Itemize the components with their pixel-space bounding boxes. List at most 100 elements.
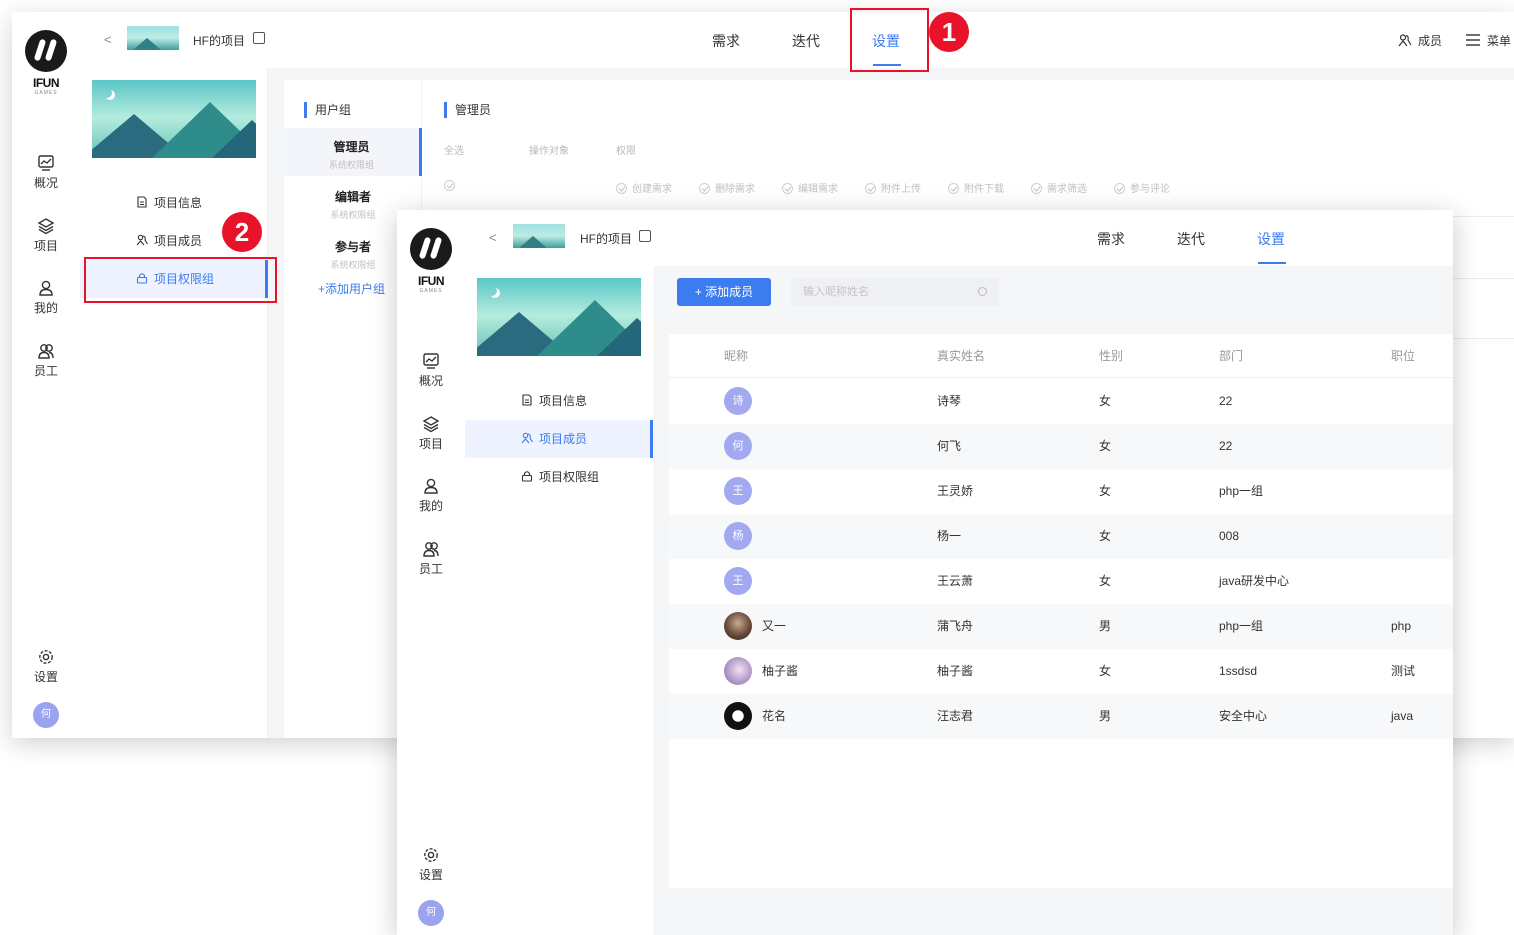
cell-real-name: 汪志君 — [937, 709, 974, 723]
side-item-project-info[interactable]: 项目信息 — [465, 382, 653, 420]
document-icon — [137, 196, 147, 208]
top-bar: < HF的项目 需求 迭代 设置 成员 菜单 — [80, 12, 1514, 68]
ifun-logo[interactable] — [25, 30, 67, 72]
select-all-checkbox[interactable] — [444, 180, 460, 192]
cell-position: php — [1391, 619, 1412, 633]
col-real-name: 真实姓名 — [937, 349, 986, 363]
cell-real-name: 王灵娇 — [937, 484, 974, 498]
rail-label: 设置 — [418, 868, 443, 882]
cell-position: java — [1391, 709, 1414, 723]
cell-department: 22 — [1219, 394, 1233, 408]
rail-item-overview[interactable]: 概况 — [12, 154, 80, 191]
cell-gender: 女 — [1099, 484, 1112, 498]
edit-icon[interactable] — [639, 230, 651, 242]
rail-label: 概况 — [33, 176, 58, 190]
member-search-input[interactable]: 输入昵称姓名 — [791, 278, 999, 306]
cell-department: php一组 — [1219, 484, 1264, 498]
tab-requirements[interactable]: 需求 — [712, 31, 740, 51]
cell-real-name: 杨一 — [937, 529, 962, 543]
document-icon — [522, 394, 532, 406]
menu-link[interactable]: 菜单 — [1466, 32, 1511, 49]
gear-icon — [424, 848, 438, 862]
col-gender: 性别 — [1099, 349, 1124, 363]
project-thumbnail — [513, 224, 565, 248]
tab-iterations[interactable]: 迭代 — [1177, 229, 1205, 249]
logo-subtext: GAMES — [34, 90, 58, 96]
logo-subtext: GAMES — [419, 288, 443, 294]
table-row[interactable]: 诗 诗琴 女 22 — [669, 379, 1453, 424]
side-item-permission-groups[interactable]: 项目权限组 — [465, 458, 653, 496]
cell-department: 安全中心 — [1219, 709, 1268, 723]
project-thumbnail — [127, 26, 179, 50]
member-table: 昵称 真实姓名 性别 部门 职位 诗 诗琴 女 22 何 何飞 女 22 王 王… — [669, 334, 1453, 888]
rail-item-project[interactable]: 项目 — [12, 217, 80, 254]
members-icon — [521, 432, 533, 444]
tab-active-indicator — [1258, 262, 1286, 264]
cell-real-name: 柚子酱 — [937, 664, 974, 678]
perm-checkbox[interactable]: 创建需求 — [616, 180, 672, 195]
table-row[interactable]: 何 何飞 女 22 — [669, 424, 1453, 469]
user-avatar[interactable]: 何 — [33, 702, 59, 728]
back-button[interactable]: < — [104, 32, 112, 47]
avatar: 王 — [724, 567, 752, 595]
rail-item-project[interactable]: 项目 — [397, 415, 465, 452]
tab-requirements[interactable]: 需求 — [1097, 229, 1125, 249]
table-row[interactable]: 王 王灵娇 女 php一组 — [669, 469, 1453, 514]
side-item-project-members[interactable]: 项目成员 — [465, 420, 653, 458]
project-name: HF的项目 — [193, 34, 245, 48]
perm-col-permission: 权限 — [616, 146, 636, 157]
perm-checkbox[interactable]: 需求筛选 — [1031, 180, 1087, 195]
edit-icon[interactable] — [253, 32, 265, 44]
user-group-item-admin[interactable]: 管理员 系统权限组 — [284, 128, 422, 176]
cell-position: 测试 — [1391, 664, 1416, 678]
add-user-group-link[interactable]: +添加用户组 — [318, 280, 385, 297]
rail-item-mine[interactable]: 我的 — [12, 279, 80, 316]
perm-checkbox[interactable]: 编辑需求 — [782, 180, 838, 195]
perm-checkbox[interactable]: 删除需求 — [699, 180, 755, 195]
table-row[interactable]: 又一 蒲飞舟 男 php一组 php — [669, 604, 1453, 649]
members-icon — [1398, 34, 1412, 47]
rail-item-staff[interactable]: 员工 — [397, 540, 465, 577]
table-header: 昵称 真实姓名 性别 部门 职位 — [669, 334, 1453, 378]
layers-icon — [422, 416, 440, 433]
tab-settings[interactable]: 设置 — [1257, 229, 1285, 249]
rail-item-mine[interactable]: 我的 — [397, 477, 465, 514]
col-department: 部门 — [1219, 349, 1244, 363]
rail-item-staff[interactable]: 员工 — [12, 342, 80, 379]
perm-checkbox[interactable]: 参与评论 — [1114, 180, 1170, 195]
table-row[interactable]: 花名 汪志君 男 安全中心 java — [669, 694, 1453, 739]
rail-item-overview[interactable]: 概况 — [397, 352, 465, 389]
table-row[interactable]: 王 王云萧 女 java研发中心 — [669, 559, 1453, 604]
add-member-button[interactable]: + 添加成员 — [677, 278, 771, 306]
top-bar: < HF的项目 需求 迭代 设置 — [465, 210, 1453, 266]
side-item-label: 项目信息 — [539, 394, 588, 408]
user-avatar[interactable]: 何 — [418, 900, 444, 926]
members-link[interactable]: 成员 — [1398, 32, 1442, 49]
table-row[interactable]: 杨 杨一 女 008 — [669, 514, 1453, 559]
project-side-menu: 项目信息 项目成员 项目权限组 — [465, 266, 655, 935]
avatar — [724, 657, 752, 685]
cell-real-name: 王云萧 — [937, 574, 974, 588]
cell-department: 008 — [1219, 529, 1240, 543]
perm-checkbox[interactable]: 附件上传 — [865, 180, 921, 195]
side-item-label: 项目权限组 — [539, 470, 600, 484]
tab-iterations[interactable]: 迭代 — [792, 31, 820, 51]
cell-real-name: 诗琴 — [937, 394, 962, 408]
perm-col-select-all: 全选 — [444, 146, 464, 157]
rail-item-settings[interactable]: 设置 — [397, 846, 465, 883]
search-placeholder: 输入昵称姓名 — [803, 286, 869, 298]
users-icon — [423, 542, 439, 557]
perm-checkbox[interactable]: 附件下载 — [948, 180, 1004, 195]
rail-item-settings[interactable]: 设置 — [12, 648, 80, 685]
back-button[interactable]: < — [489, 230, 497, 245]
annotation-badge-2: 2 — [222, 212, 262, 252]
avatar — [724, 702, 752, 730]
annotation-box-settings-tab — [850, 8, 929, 72]
users-icon — [38, 344, 54, 359]
cell-department: java研发中心 — [1219, 574, 1290, 588]
table-row[interactable]: 柚子酱 柚子酱 女 1ssdsd 测试 — [669, 649, 1453, 694]
members-icon — [136, 234, 148, 246]
left-rail: IFUN GAMES 概况 项目 我的 员工 设置 何 — [12, 12, 80, 738]
avatar: 王 — [724, 477, 752, 505]
ifun-logo[interactable] — [410, 228, 452, 270]
